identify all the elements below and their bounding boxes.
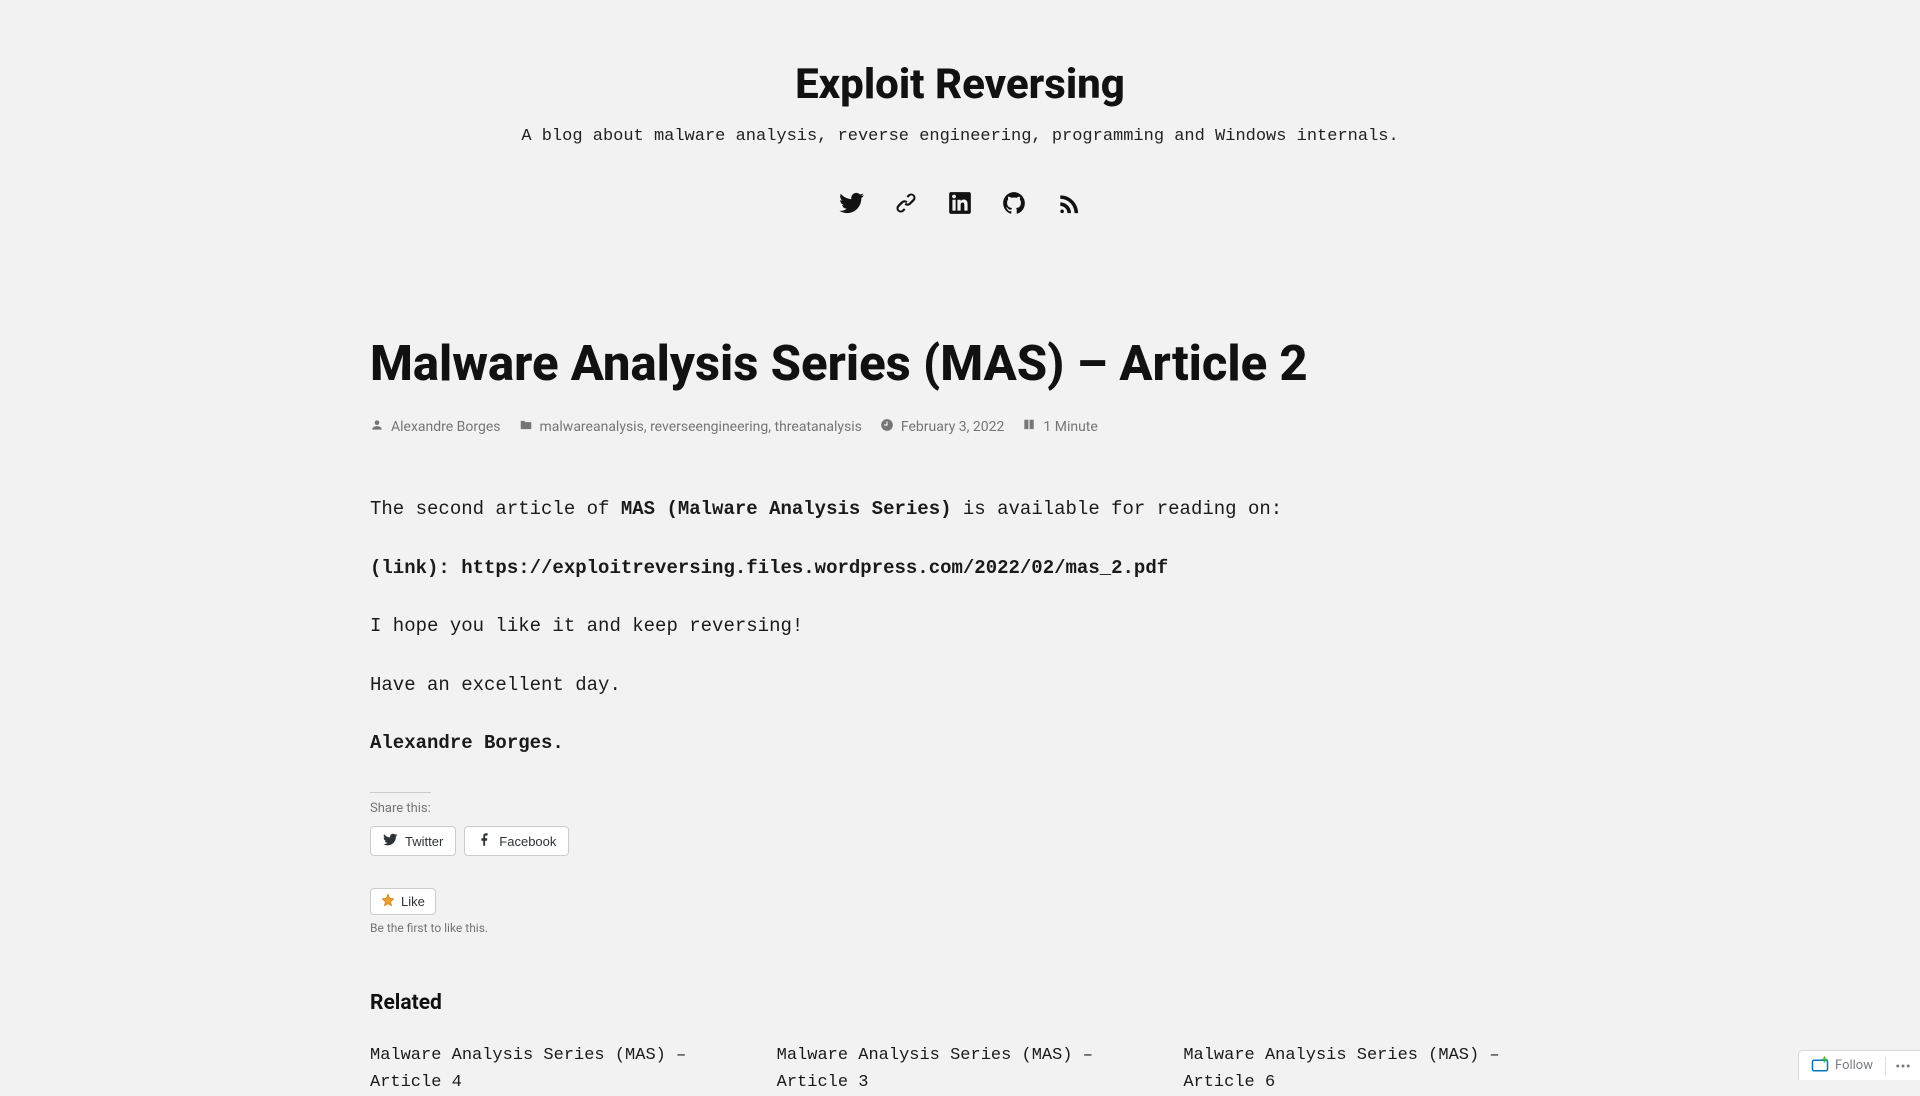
facebook-icon (477, 832, 492, 850)
readtime-text: 1 Minute (1043, 419, 1097, 435)
body-paragraph: Have an excellent day. (370, 670, 1550, 700)
share-facebook-label: Facebook (499, 834, 556, 849)
site-title[interactable]: Exploit Reversing (360, 60, 1560, 109)
categories-list: malwareanalysis, reverseengineering, thr… (540, 419, 862, 435)
related-heading: Related (370, 991, 1550, 1015)
clock-icon (880, 418, 894, 436)
twitter-icon[interactable] (839, 190, 865, 216)
github-icon[interactable] (1001, 190, 1027, 216)
site-tagline: A blog about malware analysis, reverse e… (360, 127, 1560, 146)
post-title: Malware Analysis Series (MAS) – Article … (370, 336, 1550, 392)
author-link[interactable]: Alexandre Borges (391, 419, 501, 435)
social-nav (360, 190, 1560, 216)
follow-plus-icon (1811, 1055, 1829, 1077)
date-link[interactable]: February 3, 2022 (901, 419, 1005, 435)
category-link[interactable]: malwareanalysis (540, 419, 644, 435)
category-link[interactable]: threatanalysis (775, 419, 862, 435)
share-section: Share this: Twitter Facebook (370, 792, 1550, 856)
like-button[interactable]: Like (370, 888, 436, 915)
follow-button[interactable]: Follow (1799, 1051, 1885, 1080)
post-body: The second article of MAS (Malware Analy… (370, 494, 1550, 758)
related-section: Related Malware Analysis Series (MAS) – … (370, 991, 1550, 1096)
admin-bar: Follow (1798, 1050, 1920, 1080)
book-icon (1022, 418, 1036, 436)
twitter-icon (383, 832, 398, 850)
share-twitter-button[interactable]: Twitter (370, 826, 456, 856)
star-icon (381, 893, 395, 910)
meta-author: Alexandre Borges (370, 418, 501, 436)
meta-readtime: 1 Minute (1022, 418, 1097, 436)
body-paragraph: (link): https://exploitreversing.files.w… (370, 553, 1550, 583)
follow-label: Follow (1835, 1058, 1873, 1073)
link-icon[interactable] (893, 190, 919, 216)
share-twitter-label: Twitter (405, 834, 443, 849)
share-facebook-button[interactable]: Facebook (464, 826, 569, 856)
post: Malware Analysis Series (MAS) – Article … (360, 336, 1560, 1096)
related-link[interactable]: Malware Analysis Series (MAS) – Article … (1183, 1043, 1550, 1096)
share-label: Share this: (370, 792, 431, 816)
folder-icon (519, 418, 533, 436)
pdf-link[interactable]: https://exploitreversing.files.wordpress… (461, 557, 1168, 579)
related-link[interactable]: Malware Analysis Series (MAS) – Article … (370, 1043, 737, 1096)
body-paragraph: I hope you like it and keep reversing! (370, 611, 1550, 641)
like-caption: Be the first to like this. (370, 921, 1550, 935)
post-meta: Alexandre Borges malwareanalysis, revers… (370, 418, 1550, 436)
rss-icon[interactable] (1055, 190, 1081, 216)
user-icon (370, 418, 384, 436)
linkedin-icon[interactable] (947, 190, 973, 216)
meta-date: February 3, 2022 (880, 418, 1005, 436)
like-section: Like Be the first to like this. (370, 888, 1550, 935)
body-paragraph: Alexandre Borges. (370, 728, 1550, 758)
related-link[interactable]: Malware Analysis Series (MAS) – Article … (777, 1043, 1144, 1096)
category-link[interactable]: reverseengineering (650, 419, 768, 435)
body-paragraph: The second article of MAS (Malware Analy… (370, 494, 1550, 524)
more-menu-button[interactable] (1886, 1051, 1920, 1080)
meta-categories: malwareanalysis, reverseengineering, thr… (519, 418, 862, 436)
like-label: Like (401, 894, 425, 909)
